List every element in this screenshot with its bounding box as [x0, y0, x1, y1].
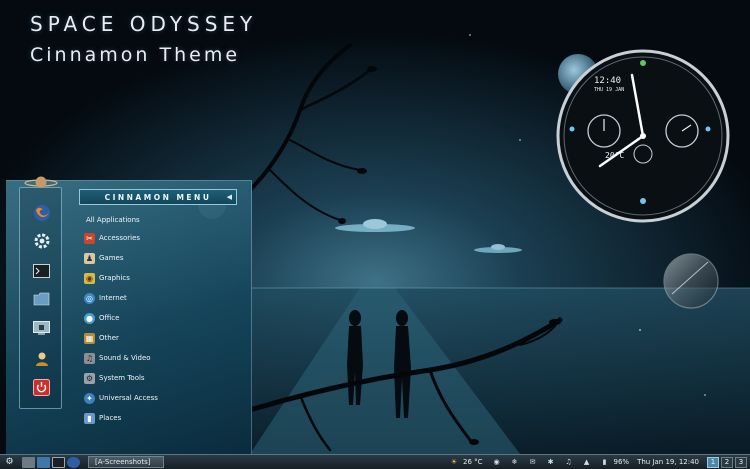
- bluetooth-icon[interactable]: ✱: [545, 457, 557, 468]
- workspace-2[interactable]: 2: [721, 456, 733, 468]
- category-sound-video[interactable]: ♫ Sound & Video: [84, 351, 151, 365]
- update-icon[interactable]: ❄: [509, 457, 521, 468]
- category-games[interactable]: ♟ Games: [84, 251, 124, 265]
- workspace-3[interactable]: 3: [735, 456, 747, 468]
- universal-access-icon: ✦: [84, 392, 95, 404]
- battery-icon[interactable]: ▮: [599, 457, 611, 468]
- saturn-icon: [24, 176, 58, 188]
- firefox-icon[interactable]: [67, 456, 80, 468]
- lock-screen-icon[interactable]: [31, 318, 52, 339]
- wallpaper-title: SPACE ODYSSEY: [30, 12, 258, 36]
- clock-day: THU 19 JAN: [594, 87, 625, 93]
- wifi-icon[interactable]: ▲: [581, 457, 593, 468]
- files-icon[interactable]: [31, 288, 52, 309]
- accessories-icon: ✂: [84, 232, 95, 244]
- clock-widget: 12:40 THU 19 JAN 20°C: [556, 49, 731, 224]
- weather-temp[interactable]: 26 °C: [463, 458, 483, 466]
- internet-icon: ◎: [84, 292, 95, 304]
- favorites-bar: [19, 187, 62, 409]
- network-icon[interactable]: ◉: [491, 457, 503, 468]
- menu-search-header[interactable]: CINNAMON MENU ◀: [79, 189, 237, 205]
- menu-gear-icon[interactable]: ⚙: [3, 457, 16, 468]
- places-icon: ▮: [84, 412, 95, 424]
- terminal-icon[interactable]: [31, 260, 52, 281]
- menu-header-label: CINNAMON MENU: [104, 192, 212, 202]
- category-internet[interactable]: ◎ Internet: [84, 291, 127, 305]
- shutdown-icon[interactable]: [31, 377, 52, 398]
- taskbar: ⚙ [A-Screenshots] ☀ 26 °C ◉ ❄ ✉ ✱ ♫ ▲ ▮ …: [0, 454, 750, 469]
- games-icon: ♟: [84, 252, 95, 264]
- clock-time: 12:40: [594, 76, 622, 86]
- glass-orb-widget: [663, 253, 719, 309]
- category-system-tools[interactable]: ⚙ System Tools: [84, 371, 145, 385]
- other-icon: ▦: [84, 332, 95, 344]
- firefox-icon[interactable]: [31, 202, 52, 223]
- settings-icon[interactable]: [31, 230, 52, 251]
- window-button-screenshots[interactable]: [A-Screenshots]: [88, 456, 164, 468]
- category-other[interactable]: ▦ Other: [84, 331, 119, 345]
- cinnamon-menu: CINNAMON MENU ◀ All Applications ✂ Acces…: [6, 176, 252, 454]
- logout-icon[interactable]: [31, 348, 52, 369]
- sound-video-icon: ♫: [84, 352, 95, 364]
- workspace-1[interactable]: 1: [707, 456, 719, 468]
- wallpaper-subtitle: Cinnamon Theme: [30, 44, 241, 66]
- graphics-icon: ◉: [84, 272, 95, 284]
- office-icon: ●: [84, 312, 95, 324]
- files-icon[interactable]: [37, 456, 50, 468]
- category-universal-access[interactable]: ✦ Universal Access: [84, 391, 158, 405]
- battery-level[interactable]: 96%: [614, 458, 630, 466]
- category-office[interactable]: ● Office: [84, 311, 119, 325]
- arrow-left-icon[interactable]: ◀: [227, 193, 232, 201]
- clock-datetime[interactable]: Thu Jan 19, 12:40: [637, 458, 699, 466]
- show-desktop-icon[interactable]: [22, 456, 35, 468]
- category-places[interactable]: ▮ Places: [84, 411, 121, 425]
- system-tools-icon: ⚙: [84, 372, 95, 384]
- volume-icon[interactable]: ♫: [563, 457, 575, 468]
- terminal-icon[interactable]: [52, 456, 65, 468]
- clock-temp: 20°C: [605, 151, 625, 160]
- all-applications-item[interactable]: All Applications: [86, 216, 140, 224]
- weather-icon[interactable]: ☀: [448, 457, 460, 468]
- category-graphics[interactable]: ◉ Graphics: [84, 271, 130, 285]
- category-accessories[interactable]: ✂ Accessories: [84, 231, 140, 245]
- chat-icon[interactable]: ✉: [527, 457, 539, 468]
